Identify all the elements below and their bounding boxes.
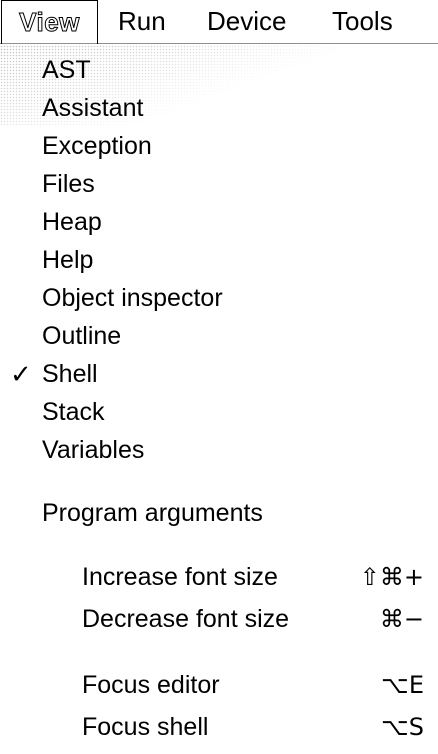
menu-item-variables[interactable]: Variables	[42, 431, 144, 469]
focus-editor-shortcut: ⌥E	[381, 671, 424, 699]
menu-item-increase-font-size[interactable]: Increase font size	[82, 558, 278, 596]
check-icon: ✓	[10, 359, 32, 389]
menu-item-object-inspector[interactable]: Object inspector	[42, 279, 223, 317]
menu-item-shell[interactable]: Shell	[42, 355, 98, 393]
menu-item-focus-editor[interactable]: Focus editor	[82, 666, 220, 704]
menu-item-program-arguments[interactable]: Program arguments	[42, 494, 263, 532]
menu-item-outline[interactable]: Outline	[42, 317, 121, 355]
decrease-font-shortcut: ⌘−	[379, 605, 424, 633]
menu-view[interactable]: View	[1, 0, 98, 44]
menu-item-stack[interactable]: Stack	[42, 393, 105, 431]
menu-item-assistant[interactable]: Assistant	[42, 89, 143, 127]
menu-run[interactable]: Run	[118, 0, 166, 43]
focus-shell-shortcut: ⌥S	[381, 713, 424, 741]
menu-item-focus-shell[interactable]: Focus shell	[82, 708, 208, 746]
menu-item-heap[interactable]: Heap	[42, 203, 102, 241]
menu-item-decrease-font-size[interactable]: Decrease font size	[82, 600, 289, 638]
menu-device[interactable]: Device	[207, 0, 286, 43]
menu-bar: View Run Device Tools	[0, 0, 438, 44]
menu-item-ast[interactable]: AST	[42, 51, 91, 89]
menu-item-exception[interactable]: Exception	[42, 127, 152, 165]
increase-font-shortcut: ⇧⌘+	[359, 563, 424, 591]
menu-item-files[interactable]: Files	[42, 165, 95, 203]
menu-tools[interactable]: Tools	[332, 0, 393, 43]
menu-item-help[interactable]: Help	[42, 241, 93, 279]
